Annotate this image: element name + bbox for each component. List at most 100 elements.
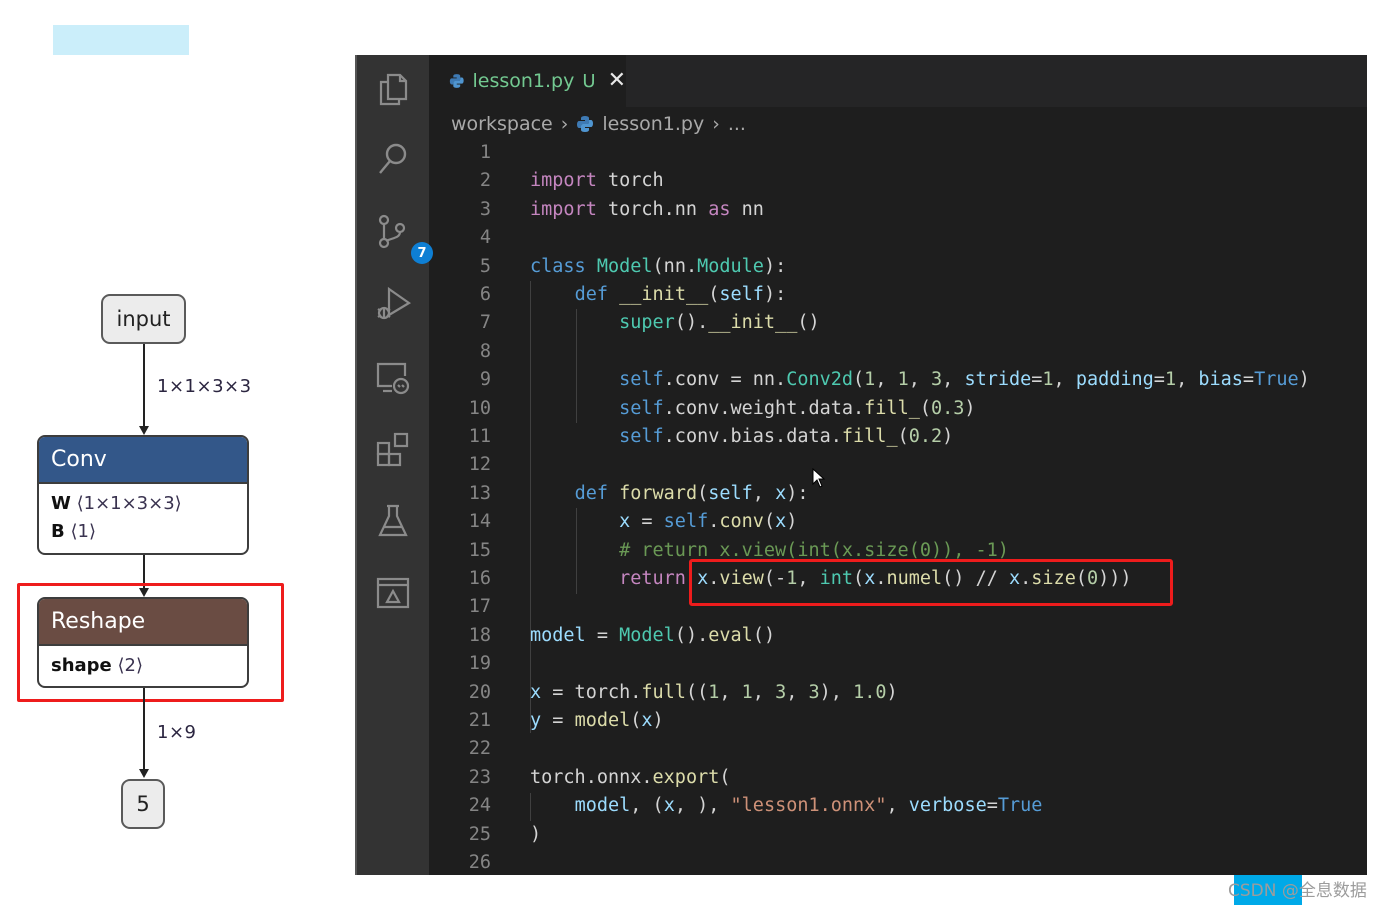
code-token: ) xyxy=(530,823,542,845)
code-token: , xyxy=(1053,369,1076,391)
code-token: x xyxy=(663,795,675,817)
code-line[interactable]: 19 xyxy=(429,650,1367,678)
code-token: def xyxy=(574,482,608,504)
edge-label-input-conv: 1×1×3×3 xyxy=(157,376,252,397)
code-token: fill_ xyxy=(864,397,920,419)
code-token: ( xyxy=(853,369,865,391)
code-text: torch.onnx.export( xyxy=(530,764,731,792)
code-line[interactable]: 13 def forward(self, x): xyxy=(429,480,1367,508)
code-token: class xyxy=(530,255,586,277)
code-token: ( xyxy=(719,766,731,788)
code-token: 1 xyxy=(708,681,720,703)
code-line[interactable]: 8 xyxy=(429,338,1367,366)
code-token: torch.onnx. xyxy=(530,766,653,788)
code-line[interactable]: 3 import torch.nn as nn xyxy=(429,196,1367,224)
output-node[interactable]: 5 xyxy=(121,779,165,829)
code-line[interactable]: 21 y = model(x) xyxy=(429,707,1367,735)
edge-label-reshape-output: 1×9 xyxy=(157,722,197,743)
run-debug-icon[interactable] xyxy=(373,283,413,323)
python-file-icon xyxy=(577,116,594,132)
code-line[interactable]: 1 xyxy=(429,139,1367,167)
code-line[interactable]: 14 x = self.conv(x) xyxy=(429,508,1367,536)
line-number: 2 xyxy=(479,170,491,192)
code-token: import xyxy=(530,198,597,220)
code-editor[interactable]: 1 2 import torch 3 import torch.nn as nn 4 5 cl… xyxy=(429,139,1367,875)
code-line[interactable]: 6 def __init__(self): xyxy=(429,281,1367,309)
code-line[interactable]: 25) xyxy=(429,821,1367,849)
code-token: 3 xyxy=(775,681,787,703)
conv-attr-w: W ⟨1×1×3×3⟩ xyxy=(51,490,235,518)
attr-name: B xyxy=(51,521,65,542)
code-line[interactable]: 22 xyxy=(429,735,1367,763)
line-number: 6 xyxy=(479,284,491,305)
code-line[interactable]: 26 xyxy=(429,849,1367,875)
panel-view-icon[interactable] xyxy=(373,573,413,613)
code-line[interactable]: 5 class Model(nn.Module): xyxy=(429,253,1367,281)
code-line[interactable]: 9 self.conv = nn.Conv2d(1, 1, 3, stride=… xyxy=(429,366,1367,394)
code-token: x xyxy=(530,681,542,703)
code-text: super().__init__() xyxy=(530,309,820,337)
code-line[interactable]: 23 torch.onnx.export( xyxy=(429,764,1367,792)
input-node[interactable]: input xyxy=(101,294,186,344)
code-line[interactable]: 4 xyxy=(429,224,1367,252)
code-token: True xyxy=(1254,369,1299,391)
code-token: = xyxy=(1031,369,1043,391)
code-text: def __init__(self): xyxy=(530,281,787,309)
breadcrumb: workspace › lesson1.py › ... xyxy=(451,110,746,138)
testing-flask-icon[interactable] xyxy=(373,501,413,541)
code-token: 0.3 xyxy=(931,397,965,419)
input-node-label: input xyxy=(116,307,171,331)
code-token: , xyxy=(752,681,776,703)
onnx-graph-view: input 1×1×3×3 Conv W ⟨1×1×3×3⟩ B ⟨1⟩ Res… xyxy=(0,0,355,905)
code-token: export xyxy=(652,766,720,788)
code-token: , ), xyxy=(674,795,731,817)
code-token: x xyxy=(619,511,631,533)
remote-explorer-icon[interactable] xyxy=(373,358,413,398)
code-line[interactable]: 12 xyxy=(429,451,1367,479)
extensions-icon[interactable] xyxy=(373,429,413,469)
code-token: self xyxy=(619,369,664,391)
code-token: x xyxy=(775,482,787,504)
code-line[interactable]: 20 x = torch.full((1, 1, 3, 3), 1.0) xyxy=(429,679,1367,707)
close-tab-icon[interactable]: ✕ xyxy=(608,70,626,92)
code-token: ) xyxy=(886,681,898,703)
code-line[interactable]: 11 self.conv.bias.data.fill_(0.2) xyxy=(429,423,1367,451)
code-token: self xyxy=(663,511,709,533)
code-line[interactable]: 2 import torch xyxy=(429,167,1367,195)
code-token: True xyxy=(997,795,1043,817)
code-line[interactable]: 18 model = Model().eval() xyxy=(429,622,1367,650)
search-icon[interactable] xyxy=(373,139,413,179)
code-line[interactable]: 24 model, (x, ), "lesson1.onnx", verbose… xyxy=(429,792,1367,820)
code-token: x xyxy=(775,511,787,533)
conv-node[interactable]: Conv W ⟨1×1×3×3⟩ B ⟨1⟩ xyxy=(37,435,249,555)
code-token: self xyxy=(719,284,764,305)
line-number: 22 xyxy=(468,738,491,760)
attr-dims: ⟨1×1×3×3⟩ xyxy=(76,493,182,514)
conv-attr-b: B ⟨1⟩ xyxy=(51,518,235,546)
code-line[interactable]: 10 self.conv.weight.data.fill_(0.3) xyxy=(429,395,1367,423)
code-token: .conv.bias.data. xyxy=(663,426,842,447)
code-token: ( xyxy=(708,284,720,305)
explorer-icon[interactable] xyxy=(373,69,413,109)
code-token: ( xyxy=(763,511,776,533)
conv-node-header: Conv xyxy=(39,437,247,484)
source-control-icon[interactable]: 7 xyxy=(373,212,433,264)
breadcrumb-more[interactable]: ... xyxy=(728,113,746,135)
breadcrumb-file[interactable]: lesson1.py xyxy=(602,113,704,135)
breadcrumb-folder[interactable]: workspace xyxy=(451,113,553,135)
tab-lesson1-py[interactable]: lesson1.py U ✕ xyxy=(429,55,626,107)
line-number: 14 xyxy=(468,511,491,533)
conv-node-attributes: W ⟨1×1×3×3⟩ B ⟨1⟩ xyxy=(39,484,247,552)
line-number: 10 xyxy=(468,397,491,419)
line-number: 5 xyxy=(479,255,491,277)
vscode-window: 7 lesson1.py U ✕ workspace › lesson1.py xyxy=(355,55,1367,875)
code-token: as xyxy=(708,198,731,220)
output-node-label: 5 xyxy=(136,792,150,816)
csdn-watermark: CSDN @全息数据 xyxy=(1228,881,1367,901)
code-token: (). xyxy=(674,624,709,646)
chevron-right-icon: › xyxy=(712,113,720,135)
code-text: self.conv.weight.data.fill_(0.3) xyxy=(530,395,975,423)
code-line[interactable]: 7 super().__init__() xyxy=(429,309,1367,337)
